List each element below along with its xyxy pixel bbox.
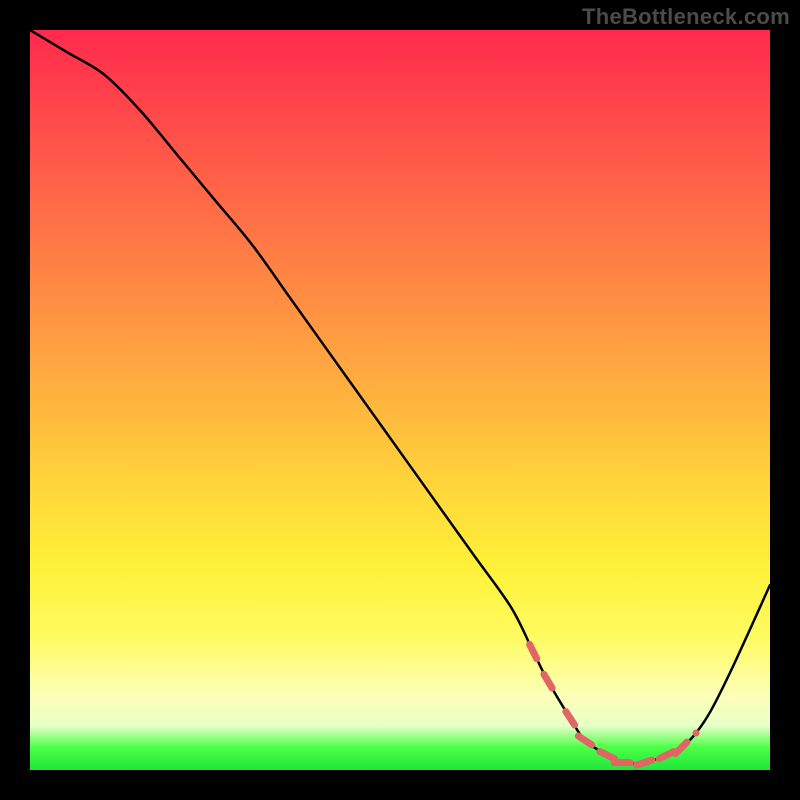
plot-gradient-background <box>30 30 770 770</box>
chart-frame: TheBottleneck.com <box>0 0 800 800</box>
watermark-label: TheBottleneck.com <box>582 4 790 30</box>
